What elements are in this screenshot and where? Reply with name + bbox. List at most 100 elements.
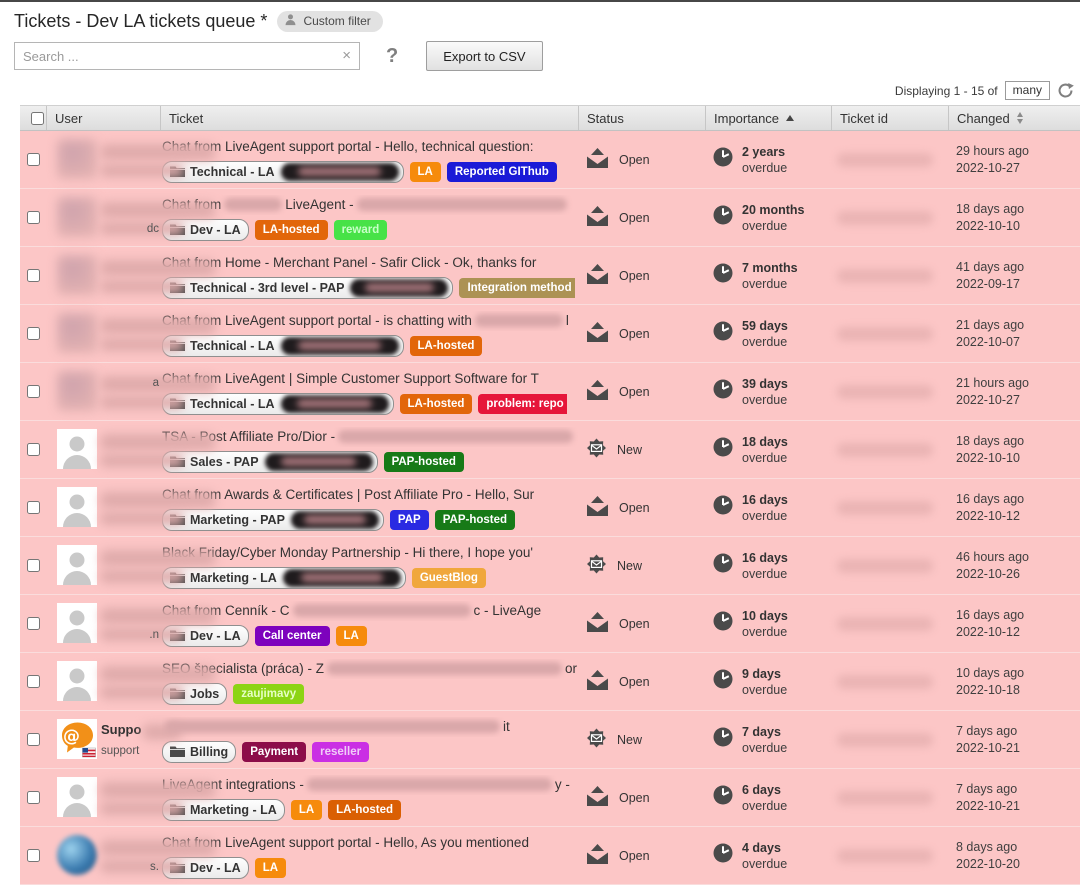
- label-tag[interactable]: Integration method: [459, 278, 574, 298]
- row-checkbox[interactable]: [27, 501, 40, 514]
- table-row[interactable]: .nChat from Cenník - Cc - LiveAgeDev - L…: [20, 595, 1080, 653]
- search-input[interactable]: [15, 43, 359, 69]
- ticket-subject[interactable]: Chat from LiveAgent | Simple Customer Su…: [162, 369, 578, 389]
- department-tag[interactable]: Technical - 3rd level - PAP: [162, 277, 453, 299]
- row-checkbox[interactable]: [27, 211, 40, 224]
- table-row[interactable]: TSA - Post Affiliate Pro/Dior - Sales - P…: [20, 421, 1080, 479]
- ticket-subject[interactable]: Chat fromLiveAgent -: [162, 195, 578, 215]
- ticket-subject[interactable]: it: [162, 717, 578, 737]
- table-row[interactable]: @SupposupportitBillingPaymentresellerNew…: [20, 711, 1080, 769]
- label-tag[interactable]: Reported GIThub: [447, 162, 557, 182]
- column-header-changed[interactable]: Changed: [948, 106, 1080, 130]
- table-row[interactable]: s.Chat from LiveAgent support portal - H…: [20, 827, 1080, 885]
- department-tag[interactable]: Billing: [162, 741, 236, 763]
- importance-text: 9 daysoverdue: [742, 666, 787, 698]
- importance-overdue-label: overdue: [742, 334, 788, 350]
- table-row[interactable]: dcChat fromLiveAgent -Dev - LALA-hostedr…: [20, 189, 1080, 247]
- department-tag[interactable]: Technical - LA: [162, 393, 394, 415]
- column-header-ticket_id[interactable]: Ticket id: [831, 106, 948, 130]
- row-checkbox[interactable]: [27, 675, 40, 688]
- ticket-subject[interactable]: Black Friday/Cyber Monday Partnership - …: [162, 543, 578, 563]
- changed-cell: 41 days ago2022-09-17: [948, 247, 1080, 304]
- help-icon[interactable]: ?: [386, 45, 398, 68]
- refresh-icon[interactable]: [1057, 82, 1074, 99]
- label-tag[interactable]: reward: [334, 220, 388, 240]
- label-tag[interactable]: GuestBlog: [412, 568, 486, 588]
- table-row[interactable]: Chat from LiveAgent support portal - Hel…: [20, 131, 1080, 189]
- table-header: UserTicketStatusImportanceTicket idChang…: [20, 105, 1080, 131]
- label-tag[interactable]: LA: [336, 626, 367, 646]
- ticket-subject[interactable]: Chat from Cenník - Cc - LiveAge: [162, 601, 578, 621]
- row-checkbox[interactable]: [27, 733, 40, 746]
- table-row[interactable]: SEO špecialista (práca) - ZorJobszaujima…: [20, 653, 1080, 711]
- export-csv-button[interactable]: Export to CSV: [426, 41, 542, 71]
- ticket-subject[interactable]: LiveAgent integrations -y -: [162, 775, 578, 795]
- count-button[interactable]: many: [1005, 81, 1050, 100]
- clear-search-icon[interactable]: ×: [342, 47, 351, 65]
- ticket-subject[interactable]: SEO špecialista (práca) - Zor: [162, 659, 578, 679]
- label-tag[interactable]: LA-hosted: [410, 336, 483, 356]
- row-checkbox[interactable]: [27, 269, 40, 282]
- department-tag[interactable]: Sales - PAP: [162, 451, 378, 473]
- label-tag[interactable]: Payment: [242, 742, 306, 762]
- importance-text: 7 daysoverdue: [742, 724, 787, 756]
- column-header-importance[interactable]: Importance: [705, 106, 831, 130]
- select-all-checkbox[interactable]: [31, 112, 44, 125]
- redacted-subject-text: [165, 720, 500, 733]
- row-checkbox[interactable]: [27, 385, 40, 398]
- row-checkbox[interactable]: [27, 443, 40, 456]
- label-tag[interactable]: LA-hosted: [328, 800, 401, 820]
- table-row[interactable]: LiveAgent integrations -y - Marketing - …: [20, 769, 1080, 827]
- table-row[interactable]: Chat from Home - Merchant Panel - Safir …: [20, 247, 1080, 305]
- table-row[interactable]: Black Friday/Cyber Monday Partnership - …: [20, 537, 1080, 595]
- status-cell: Open: [578, 769, 705, 826]
- table-row[interactable]: Chat from Awards & Certificates | Post A…: [20, 479, 1080, 537]
- label-tag[interactable]: PAP-hosted: [435, 510, 515, 530]
- label-tag[interactable]: LA-hosted: [255, 220, 328, 240]
- row-checkbox[interactable]: [27, 791, 40, 804]
- column-header-ticket[interactable]: Ticket: [160, 106, 578, 130]
- table-row[interactable]: aChat from LiveAgent | Simple Customer S…: [20, 363, 1080, 421]
- label-tag[interactable]: LA-hosted: [400, 394, 473, 414]
- label-tag[interactable]: PAP: [390, 510, 429, 530]
- row-checkbox[interactable]: [27, 153, 40, 166]
- column-header-select[interactable]: [20, 106, 46, 130]
- open-envelope-icon: [586, 148, 609, 171]
- department-tag[interactable]: Marketing - LA: [162, 567, 406, 589]
- ticket-subject[interactable]: Chat from Awards & Certificates | Post A…: [162, 485, 578, 505]
- tickets-table: UserTicketStatusImportanceTicket idChang…: [20, 105, 1080, 885]
- row-select-cell: [20, 421, 46, 478]
- changed-relative: 41 days ago: [956, 259, 1080, 276]
- column-header-user[interactable]: User: [46, 106, 160, 130]
- subject-text: LiveAgent -: [285, 197, 353, 212]
- ticket-subject[interactable]: TSA - Post Affiliate Pro/Dior -: [162, 427, 578, 447]
- table-row[interactable]: Chat from LiveAgent support portal - is …: [20, 305, 1080, 363]
- label-tag[interactable]: PAP-hosted: [384, 452, 464, 472]
- changed-cell: 46 hours ago2022-10-26: [948, 537, 1080, 594]
- row-checkbox[interactable]: [27, 559, 40, 572]
- label-tag[interactable]: Call center: [255, 626, 330, 646]
- subject-text: l: [566, 313, 569, 328]
- label-tag[interactable]: LA: [291, 800, 322, 820]
- ticket-subject[interactable]: Chat from LiveAgent support portal - Hel…: [162, 137, 578, 157]
- row-checkbox[interactable]: [27, 327, 40, 340]
- label-tag[interactable]: LA: [410, 162, 441, 182]
- custom-filter-badge[interactable]: Custom filter: [277, 11, 382, 32]
- row-checkbox[interactable]: [27, 849, 40, 862]
- department-tag[interactable]: Technical - LA: [162, 335, 404, 357]
- label-tag[interactable]: problem: repo: [478, 394, 566, 414]
- label-tag[interactable]: LA: [255, 858, 286, 878]
- column-header-status[interactable]: Status: [578, 106, 705, 130]
- ticket-subject[interactable]: Chat from LiveAgent support portal - Hel…: [162, 833, 578, 853]
- department-tag[interactable]: Technical - LA: [162, 161, 404, 183]
- department-tag[interactable]: Marketing - PAP: [162, 509, 384, 531]
- label-tag[interactable]: reseller: [312, 742, 369, 762]
- redacted-subject-text: [327, 662, 562, 675]
- row-select-cell: [20, 537, 46, 594]
- ticket-subject[interactable]: Chat from LiveAgent support portal - is …: [162, 311, 578, 331]
- user-fragment: dc: [147, 223, 159, 235]
- ticket-subject[interactable]: Chat from Home - Merchant Panel - Safir …: [162, 253, 578, 273]
- label-tag[interactable]: zaujimavy: [233, 684, 304, 704]
- row-checkbox[interactable]: [27, 617, 40, 630]
- ticket-cell: Chat from Home - Merchant Panel - Safir …: [160, 247, 578, 304]
